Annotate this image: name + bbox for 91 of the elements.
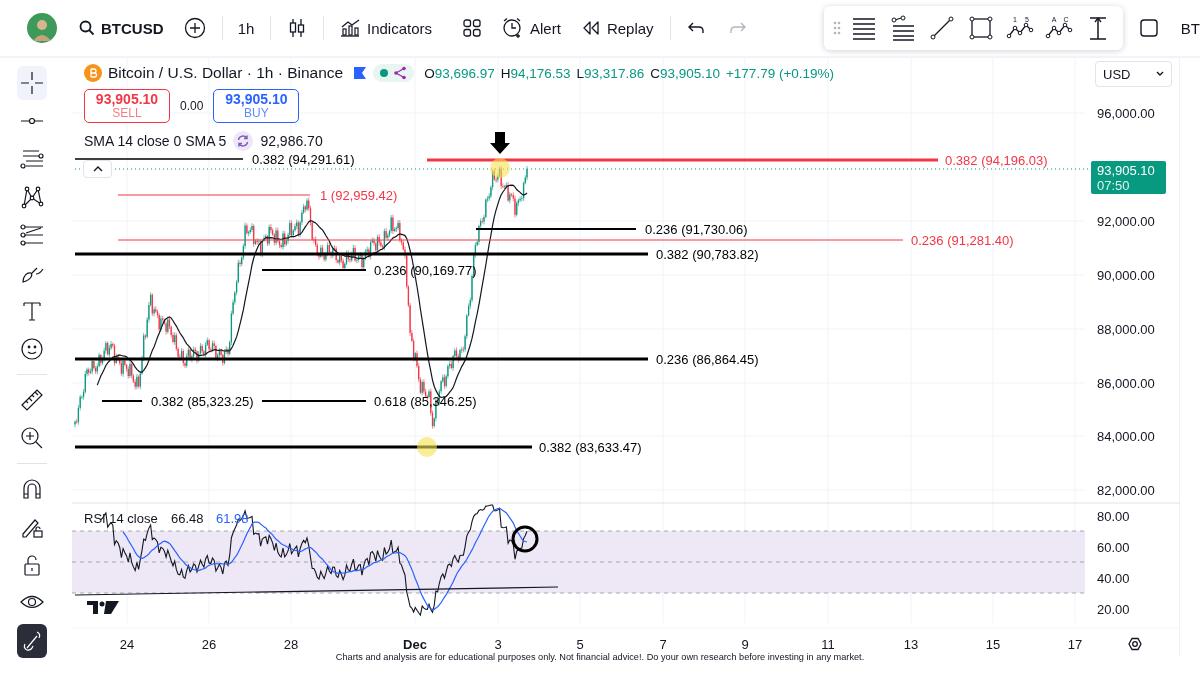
zoom-in-icon [19, 425, 45, 451]
spread-value: 0.00 [180, 99, 204, 113]
price-axis-label: 84,000.00 [1097, 429, 1155, 444]
fib-level-label: 0.382 (83,633.47) [539, 439, 642, 455]
settings-icon[interactable] [1128, 637, 1142, 651]
rectangle-icon [966, 14, 995, 42]
ohlc-value: C93,905.10 [650, 65, 720, 81]
buy-button[interactable]: 93,905.10 BUY [213, 89, 300, 123]
rsi-axis-label: 80.00 [1097, 509, 1130, 524]
rsi-value: 66.48 [171, 511, 204, 526]
price-axis-label: 92,000.00 [1097, 214, 1155, 229]
highlight-dot [417, 437, 437, 457]
price-axis-label: 90,000.00 [1097, 268, 1155, 283]
parallel-lines-icon [19, 222, 45, 248]
fib-level-label: 0.236 (91,281.40) [911, 232, 1014, 248]
disclaimer-text: Charts and analysis are for educational purposes only. Not financial advice!. Do your own research before investing in any market. [334, 652, 866, 664]
fib-level-line[interactable] [75, 445, 532, 449]
ohlc-value: O93,696.97 [424, 65, 495, 81]
fib-level-label: 0.236 (86,864.45) [656, 351, 759, 367]
avatar[interactable] [27, 13, 57, 43]
redo-icon [727, 20, 748, 36]
ohlc-value: L93,317.86 [576, 65, 645, 81]
crosshair-tool[interactable] [17, 66, 47, 100]
symbol-search[interactable]: BTCUSD [79, 19, 164, 37]
price-axis-label: 88,000.00 [1097, 322, 1155, 337]
symbol-label: BT [1180, 19, 1200, 37]
drag-handle-icon[interactable] [831, 20, 842, 36]
rsi-axis-label: 20.00 [1097, 602, 1130, 617]
time-axis-label: 11 [821, 637, 835, 652]
plus-icon [183, 17, 206, 39]
indicator-value: 92,986.70 [260, 133, 323, 149]
time-axis-label: 3 [494, 637, 502, 652]
highlight-dot [490, 158, 510, 178]
horizontal-line-icon [19, 117, 45, 125]
currency-dropdown[interactable]: USD [1095, 61, 1172, 87]
interval-button[interactable]: 1h [233, 15, 259, 41]
fib-level-label: 0.382 (94,291.61) [252, 151, 355, 167]
search-icon [79, 20, 95, 36]
square-icon [1138, 18, 1159, 38]
indicator-name: SMA 14 close 0 SMA 5 [84, 133, 227, 149]
time-axis-label: 28 [283, 637, 299, 652]
price-axis-label: 82,000.00 [1097, 483, 1155, 498]
link-tool[interactable] [17, 624, 47, 658]
price-axis-label: 86,000.00 [1097, 376, 1155, 391]
fib-levels-icon [888, 14, 917, 42]
share-icon [393, 66, 408, 80]
collapse-button[interactable] [83, 160, 112, 178]
crosshair-icon [19, 70, 45, 96]
chevron-up-icon [91, 165, 104, 173]
symbol-title: Bitcoin / U.S. Dollar · 1h · Binance [108, 64, 344, 82]
logo-icon [87, 601, 119, 614]
status-pill[interactable] [373, 64, 415, 82]
rsi-axis-label: 40.00 [1097, 571, 1130, 586]
time-axis-label: Dec [403, 637, 427, 652]
status-dot-icon [380, 69, 389, 77]
fib-level-label: 0.236 (91,730.06) [645, 221, 748, 237]
fib-level-line[interactable] [101, 400, 143, 402]
replay-button[interactable]: Replay [576, 15, 658, 41]
sell-button[interactable]: 93,905.10 SELL [84, 89, 170, 123]
time-axis-label: 26 [201, 637, 217, 652]
time-axis-label: 9 [741, 637, 749, 652]
bar-chart-icon [339, 18, 361, 38]
time-axis-label: 17 [1067, 637, 1083, 652]
trend-line-icon [927, 14, 956, 42]
alert-button[interactable]: Alert [498, 13, 565, 43]
pattern-icon [19, 184, 45, 210]
time-axis-label: 15 [985, 637, 1001, 652]
coin-icon [84, 64, 102, 82]
indicators-button[interactable]: Indicators [335, 14, 437, 42]
price-change: +177.79 (+0.19%) [725, 65, 835, 81]
rsi-axis-label: 60.00 [1097, 540, 1130, 555]
time-axis-label: 5 [576, 637, 584, 652]
flag-icon[interactable] [353, 66, 368, 80]
fib-level-label: 1 (92,959.42) [320, 187, 398, 203]
ruler-icon [19, 387, 45, 413]
time-axis-label: 13 [903, 637, 919, 652]
chevron-down-icon [1156, 71, 1164, 77]
refresh-icon[interactable] [233, 131, 254, 151]
fib-level-label: 0.382 (94,196.03) [945, 152, 1048, 168]
circle-mark [511, 525, 539, 553]
grid-icon [462, 18, 483, 38]
ohlc-value: H94,176.53 [500, 65, 571, 81]
down-arrow-icon [490, 132, 510, 154]
time-axis-label: 24 [119, 637, 135, 652]
time-axis-label: 7 [659, 637, 667, 652]
rsi-label: RSI 14 close [84, 511, 158, 526]
smiley-icon [19, 336, 45, 362]
last-price-tag: 93,905.10 07:50 [1091, 161, 1166, 194]
fib-level-label: 0.382 (90,783.82) [656, 246, 759, 262]
price-axis-label: 96,000.00 [1097, 106, 1155, 121]
fib-level-label: 0.382 (85,323.25) [151, 393, 254, 409]
